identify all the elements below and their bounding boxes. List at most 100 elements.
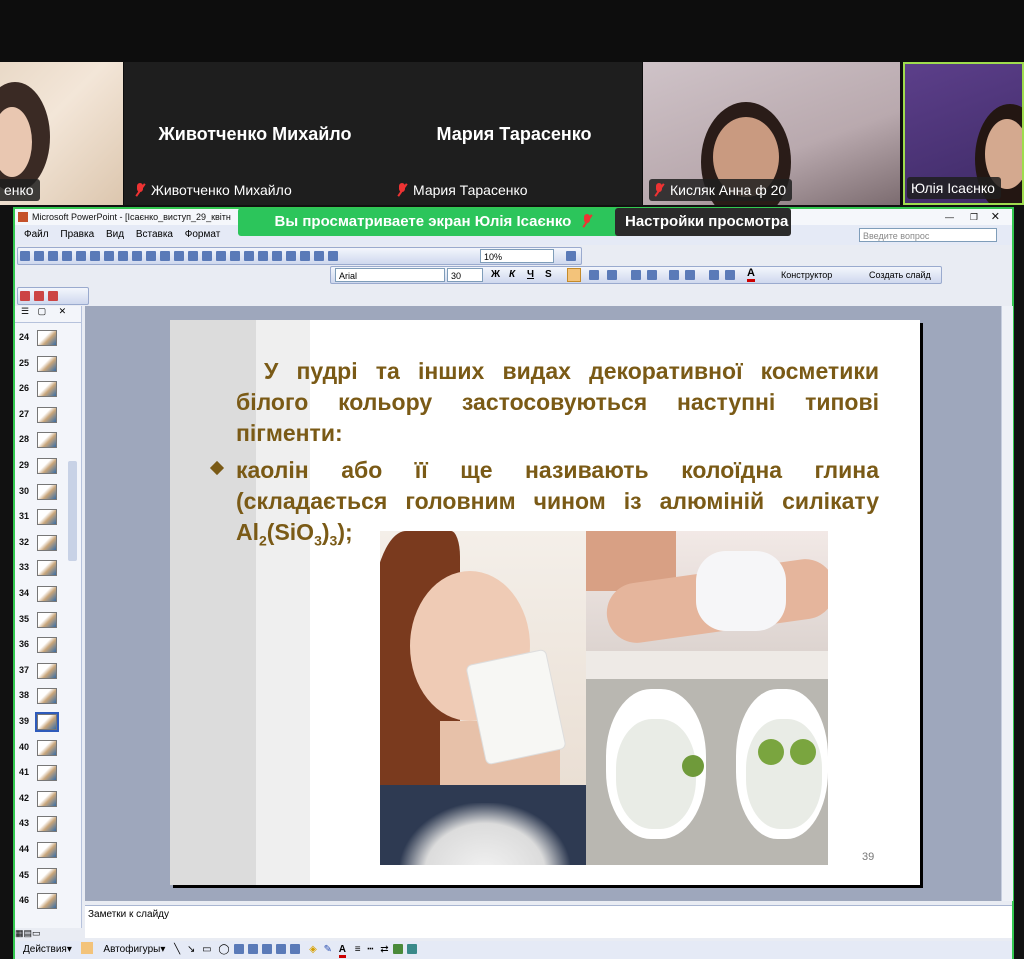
oval-icon[interactable]: ◯: [218, 944, 229, 955]
shadow-icon[interactable]: [393, 944, 404, 954]
decrease-indent-icon[interactable]: [709, 270, 719, 280]
dropdown-arrow-icon[interactable]: ▾: [160, 944, 165, 955]
minimize-icon[interactable]: —: [945, 209, 954, 225]
menu-file[interactable]: Файл: [24, 225, 49, 245]
slide-thumbnail[interactable]: 44: [15, 838, 81, 862]
italic-button[interactable]: К: [509, 269, 515, 280]
undo-icon[interactable]: [202, 251, 212, 261]
format-painter-icon[interactable]: [188, 251, 198, 261]
cut-icon[interactable]: [146, 251, 156, 261]
view-settings-button[interactable]: Настройки просмотра: [615, 208, 791, 236]
arrow-style-icon[interactable]: ⇄: [380, 944, 388, 955]
research-icon[interactable]: [132, 251, 142, 261]
align-center-icon[interactable]: [589, 270, 599, 280]
slide-thumbnail[interactable]: 39: [15, 710, 81, 734]
slide-sorter-icon[interactable]: ▤: [24, 928, 33, 938]
zoom-select[interactable]: 10%: [480, 249, 554, 263]
open-icon[interactable]: [34, 251, 44, 261]
print-icon[interactable]: [90, 251, 100, 261]
slide-thumbnail[interactable]: 43: [15, 812, 81, 836]
menu-format[interactable]: Формат: [185, 225, 221, 245]
new-icon[interactable]: [20, 251, 30, 261]
hyperlink-icon[interactable]: [272, 251, 282, 261]
expand-icon[interactable]: [286, 251, 296, 261]
slide-thumbnail[interactable]: 27: [15, 403, 81, 427]
line-color-icon[interactable]: ✎: [324, 944, 332, 955]
align-right-icon[interactable]: [607, 270, 617, 280]
save-icon[interactable]: [48, 251, 58, 261]
bold-button[interactable]: Ж: [491, 269, 500, 280]
autoshapes-button[interactable]: Автофигуры: [103, 944, 160, 955]
align-left-button[interactable]: [567, 268, 581, 282]
slide-thumbnail[interactable]: 41: [15, 761, 81, 785]
participant-tile-5[interactable]: Юлія Ісаєнко: [903, 62, 1024, 205]
diagram-icon[interactable]: [262, 944, 273, 954]
color-grayscale-icon[interactable]: [328, 251, 338, 261]
close-icon[interactable]: ✕: [991, 209, 1000, 225]
comment-icon[interactable]: [48, 291, 58, 301]
redo-icon[interactable]: [216, 251, 226, 261]
draw-menu-button[interactable]: Действия: [23, 944, 67, 955]
spelling-icon[interactable]: [118, 251, 128, 261]
increase-indent-icon[interactable]: [725, 270, 735, 280]
slide-thumbnail[interactable]: 36: [15, 633, 81, 657]
help-icon[interactable]: [566, 251, 576, 261]
paste-icon[interactable]: [174, 251, 184, 261]
slide-thumbnail[interactable]: 24: [15, 326, 81, 350]
tables-borders-icon[interactable]: [258, 251, 268, 261]
email-icon[interactable]: [76, 251, 86, 261]
numbering-icon[interactable]: [631, 270, 641, 280]
slide-thumbnail[interactable]: 45: [15, 864, 81, 888]
clipart-icon[interactable]: [276, 944, 287, 954]
slide-thumbnail[interactable]: 25: [15, 352, 81, 376]
line-icon[interactable]: ╲: [174, 944, 180, 955]
select-pointer-icon[interactable]: [80, 942, 93, 954]
decrease-font-icon[interactable]: [685, 270, 695, 280]
reviewers-icon[interactable]: [34, 291, 44, 301]
slide-thumbnail[interactable]: 28: [15, 428, 81, 452]
3d-icon[interactable]: [407, 944, 418, 954]
permission-icon[interactable]: [62, 251, 72, 261]
vertical-scrollbar[interactable]: [1001, 306, 1013, 901]
grid-icon[interactable]: [314, 251, 324, 261]
menu-edit[interactable]: Правка: [60, 225, 94, 245]
slide-thumbnail[interactable]: 42: [15, 787, 81, 811]
slide-thumbnail[interactable]: 38: [15, 684, 81, 708]
dropdown-arrow-icon[interactable]: ▾: [67, 944, 72, 955]
underline-button[interactable]: Ч: [527, 269, 534, 280]
markup-icon[interactable]: [20, 291, 30, 301]
line-style-icon[interactable]: ≡: [355, 944, 361, 955]
slide-thumbnail[interactable]: 46: [15, 889, 81, 913]
slides-tab-icon[interactable]: ▢: [38, 306, 47, 316]
normal-view-icon[interactable]: ▦: [15, 928, 24, 938]
slideshow-icon[interactable]: ▭: [32, 928, 41, 938]
designer-button[interactable]: Конструктор: [781, 270, 832, 280]
increase-font-icon[interactable]: [669, 270, 679, 280]
participant-tile-4[interactable]: Кисляк Анна ф 20: [643, 62, 900, 205]
menu-view[interactable]: Вид: [106, 225, 124, 245]
outline-tab-icon[interactable]: ☰: [21, 306, 29, 316]
slide-thumbnail[interactable]: 26: [15, 377, 81, 401]
help-search-input[interactable]: Введите вопрос: [859, 228, 997, 242]
close-panel-icon[interactable]: ✕: [59, 306, 67, 316]
restore-icon[interactable]: ❐: [970, 209, 978, 225]
font-color-icon[interactable]: A: [338, 944, 346, 958]
thumbnail-scrollbar[interactable]: [68, 461, 77, 561]
copy-icon[interactable]: [160, 251, 170, 261]
slide-thumbnail[interactable]: 34: [15, 582, 81, 606]
participant-tile-2[interactable]: Животченко Михайло Животченко Михайло: [124, 62, 386, 205]
notes-pane[interactable]: Заметки к слайду: [85, 905, 1012, 938]
slide-thumbnail[interactable]: 35: [15, 608, 81, 632]
arrow-icon[interactable]: ↘: [187, 944, 195, 955]
rectangle-icon[interactable]: ▭: [202, 944, 211, 955]
show-formatting-icon[interactable]: [300, 251, 310, 261]
new-slide-button[interactable]: Создать слайд: [869, 270, 931, 280]
bullets-icon[interactable]: [647, 270, 657, 280]
fill-color-icon[interactable]: ◈: [309, 944, 317, 955]
font-color-icon[interactable]: A: [747, 268, 755, 282]
wordart-icon[interactable]: [248, 944, 259, 954]
shadow-button[interactable]: S: [545, 269, 552, 280]
textbox-icon[interactable]: [234, 944, 245, 954]
slide-thumbnail[interactable]: 40: [15, 736, 81, 760]
participant-tile-3[interactable]: Мария Тарасенко Мария Тарасенко: [386, 62, 642, 205]
